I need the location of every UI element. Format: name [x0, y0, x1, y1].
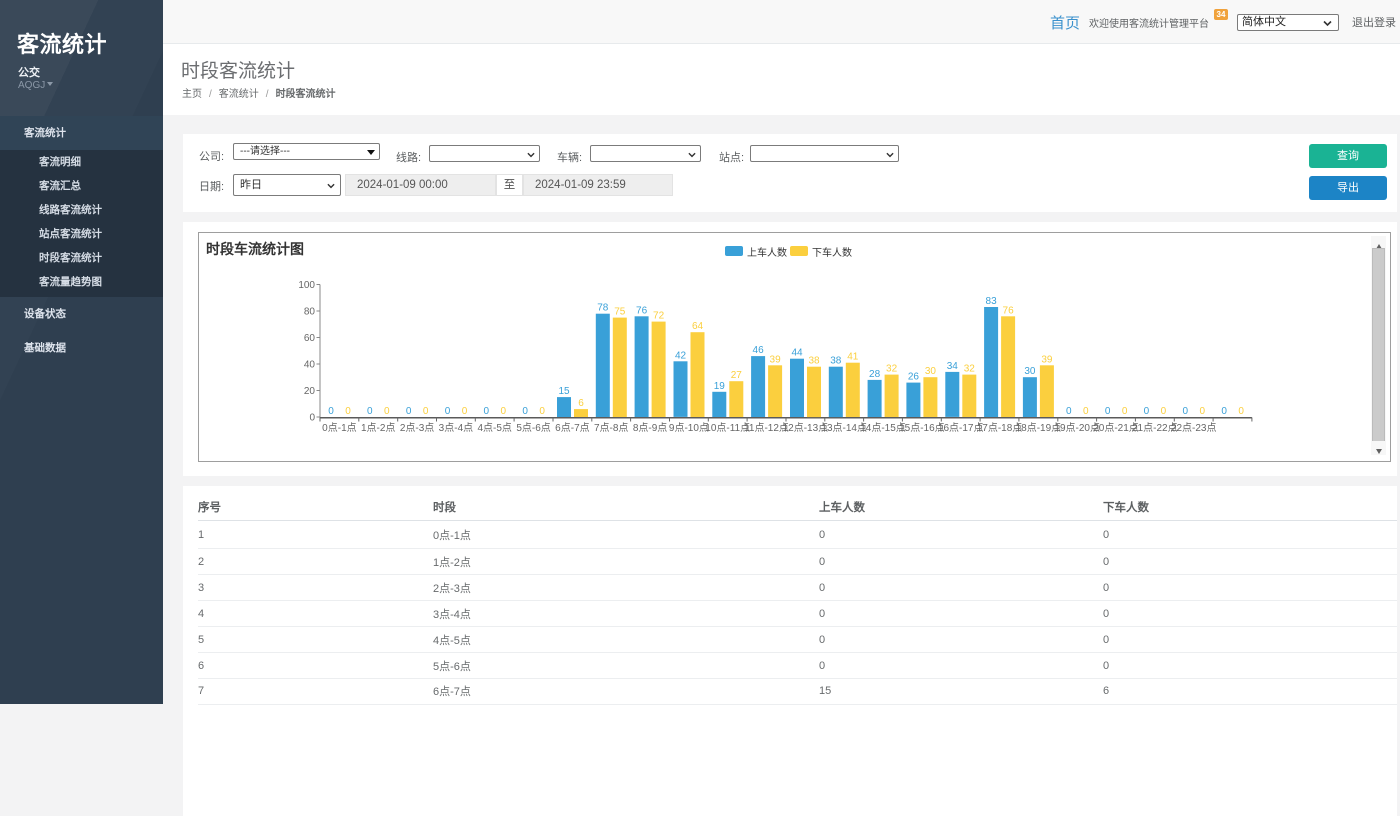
svg-text:0: 0 — [1122, 406, 1128, 417]
svg-text:60: 60 — [304, 333, 316, 344]
svg-text:0: 0 — [1221, 406, 1227, 417]
svg-text:15: 15 — [558, 386, 570, 397]
svg-text:6: 6 — [578, 398, 584, 409]
svg-text:0: 0 — [445, 406, 451, 417]
svg-text:30: 30 — [925, 366, 937, 377]
svg-text:0: 0 — [367, 406, 373, 417]
svg-text:28: 28 — [869, 368, 881, 379]
svg-text:0: 0 — [1105, 406, 1111, 417]
svg-text:0: 0 — [328, 406, 334, 417]
svg-text:0: 0 — [309, 412, 315, 423]
svg-text:75: 75 — [614, 306, 626, 317]
svg-text:38: 38 — [808, 355, 820, 366]
svg-text:4点-5点: 4点-5点 — [477, 422, 511, 434]
svg-text:20: 20 — [304, 386, 316, 397]
svg-text:72: 72 — [653, 310, 665, 321]
svg-text:3点-4点: 3点-4点 — [439, 422, 473, 434]
svg-text:64: 64 — [692, 321, 704, 332]
svg-text:34: 34 — [947, 360, 959, 371]
svg-text:100: 100 — [298, 280, 315, 291]
svg-text:41: 41 — [847, 351, 859, 362]
svg-text:76: 76 — [1003, 305, 1015, 316]
svg-text:44: 44 — [791, 347, 803, 358]
svg-text:38: 38 — [830, 355, 842, 366]
svg-text:26: 26 — [908, 371, 920, 382]
svg-text:0: 0 — [501, 406, 507, 417]
svg-text:5点-6点: 5点-6点 — [516, 422, 550, 434]
svg-text:2点-3点: 2点-3点 — [400, 422, 434, 434]
svg-text:32: 32 — [886, 363, 898, 374]
svg-text:0: 0 — [522, 406, 528, 417]
svg-text:19: 19 — [714, 380, 726, 391]
svg-text:1点-2点: 1点-2点 — [361, 422, 395, 434]
svg-text:0: 0 — [462, 406, 468, 417]
svg-text:46: 46 — [753, 345, 765, 356]
svg-text:32: 32 — [964, 363, 976, 374]
svg-text:7点-8点: 7点-8点 — [594, 422, 628, 434]
svg-text:78: 78 — [597, 302, 609, 313]
svg-text:0: 0 — [406, 406, 412, 417]
svg-text:0: 0 — [345, 406, 351, 417]
svg-text:0: 0 — [1066, 406, 1072, 417]
svg-text:0: 0 — [1144, 406, 1150, 417]
svg-text:9点-10点: 9点-10点 — [669, 422, 709, 434]
svg-text:40: 40 — [304, 359, 316, 370]
svg-text:76: 76 — [636, 305, 648, 316]
svg-text:0: 0 — [423, 406, 429, 417]
svg-text:6点-7点: 6点-7点 — [555, 422, 589, 434]
svg-text:0: 0 — [1183, 406, 1189, 417]
svg-text:39: 39 — [770, 354, 782, 365]
svg-text:0: 0 — [1238, 406, 1244, 417]
svg-text:22点-23点: 22点-23点 — [1171, 422, 1217, 434]
svg-text:0: 0 — [484, 406, 490, 417]
svg-text:80: 80 — [304, 306, 316, 317]
svg-text:0点-1点: 0点-1点 — [322, 422, 356, 434]
svg-text:0: 0 — [1200, 406, 1206, 417]
svg-text:27: 27 — [731, 370, 743, 381]
svg-text:0: 0 — [384, 406, 390, 417]
svg-text:30: 30 — [1024, 366, 1036, 377]
svg-text:0: 0 — [1083, 406, 1089, 417]
svg-text:83: 83 — [986, 296, 998, 307]
svg-text:39: 39 — [1041, 354, 1053, 365]
svg-text:8点-9点: 8点-9点 — [633, 422, 667, 434]
svg-text:42: 42 — [675, 350, 687, 361]
svg-text:0: 0 — [539, 406, 545, 417]
svg-text:0: 0 — [1161, 406, 1167, 417]
